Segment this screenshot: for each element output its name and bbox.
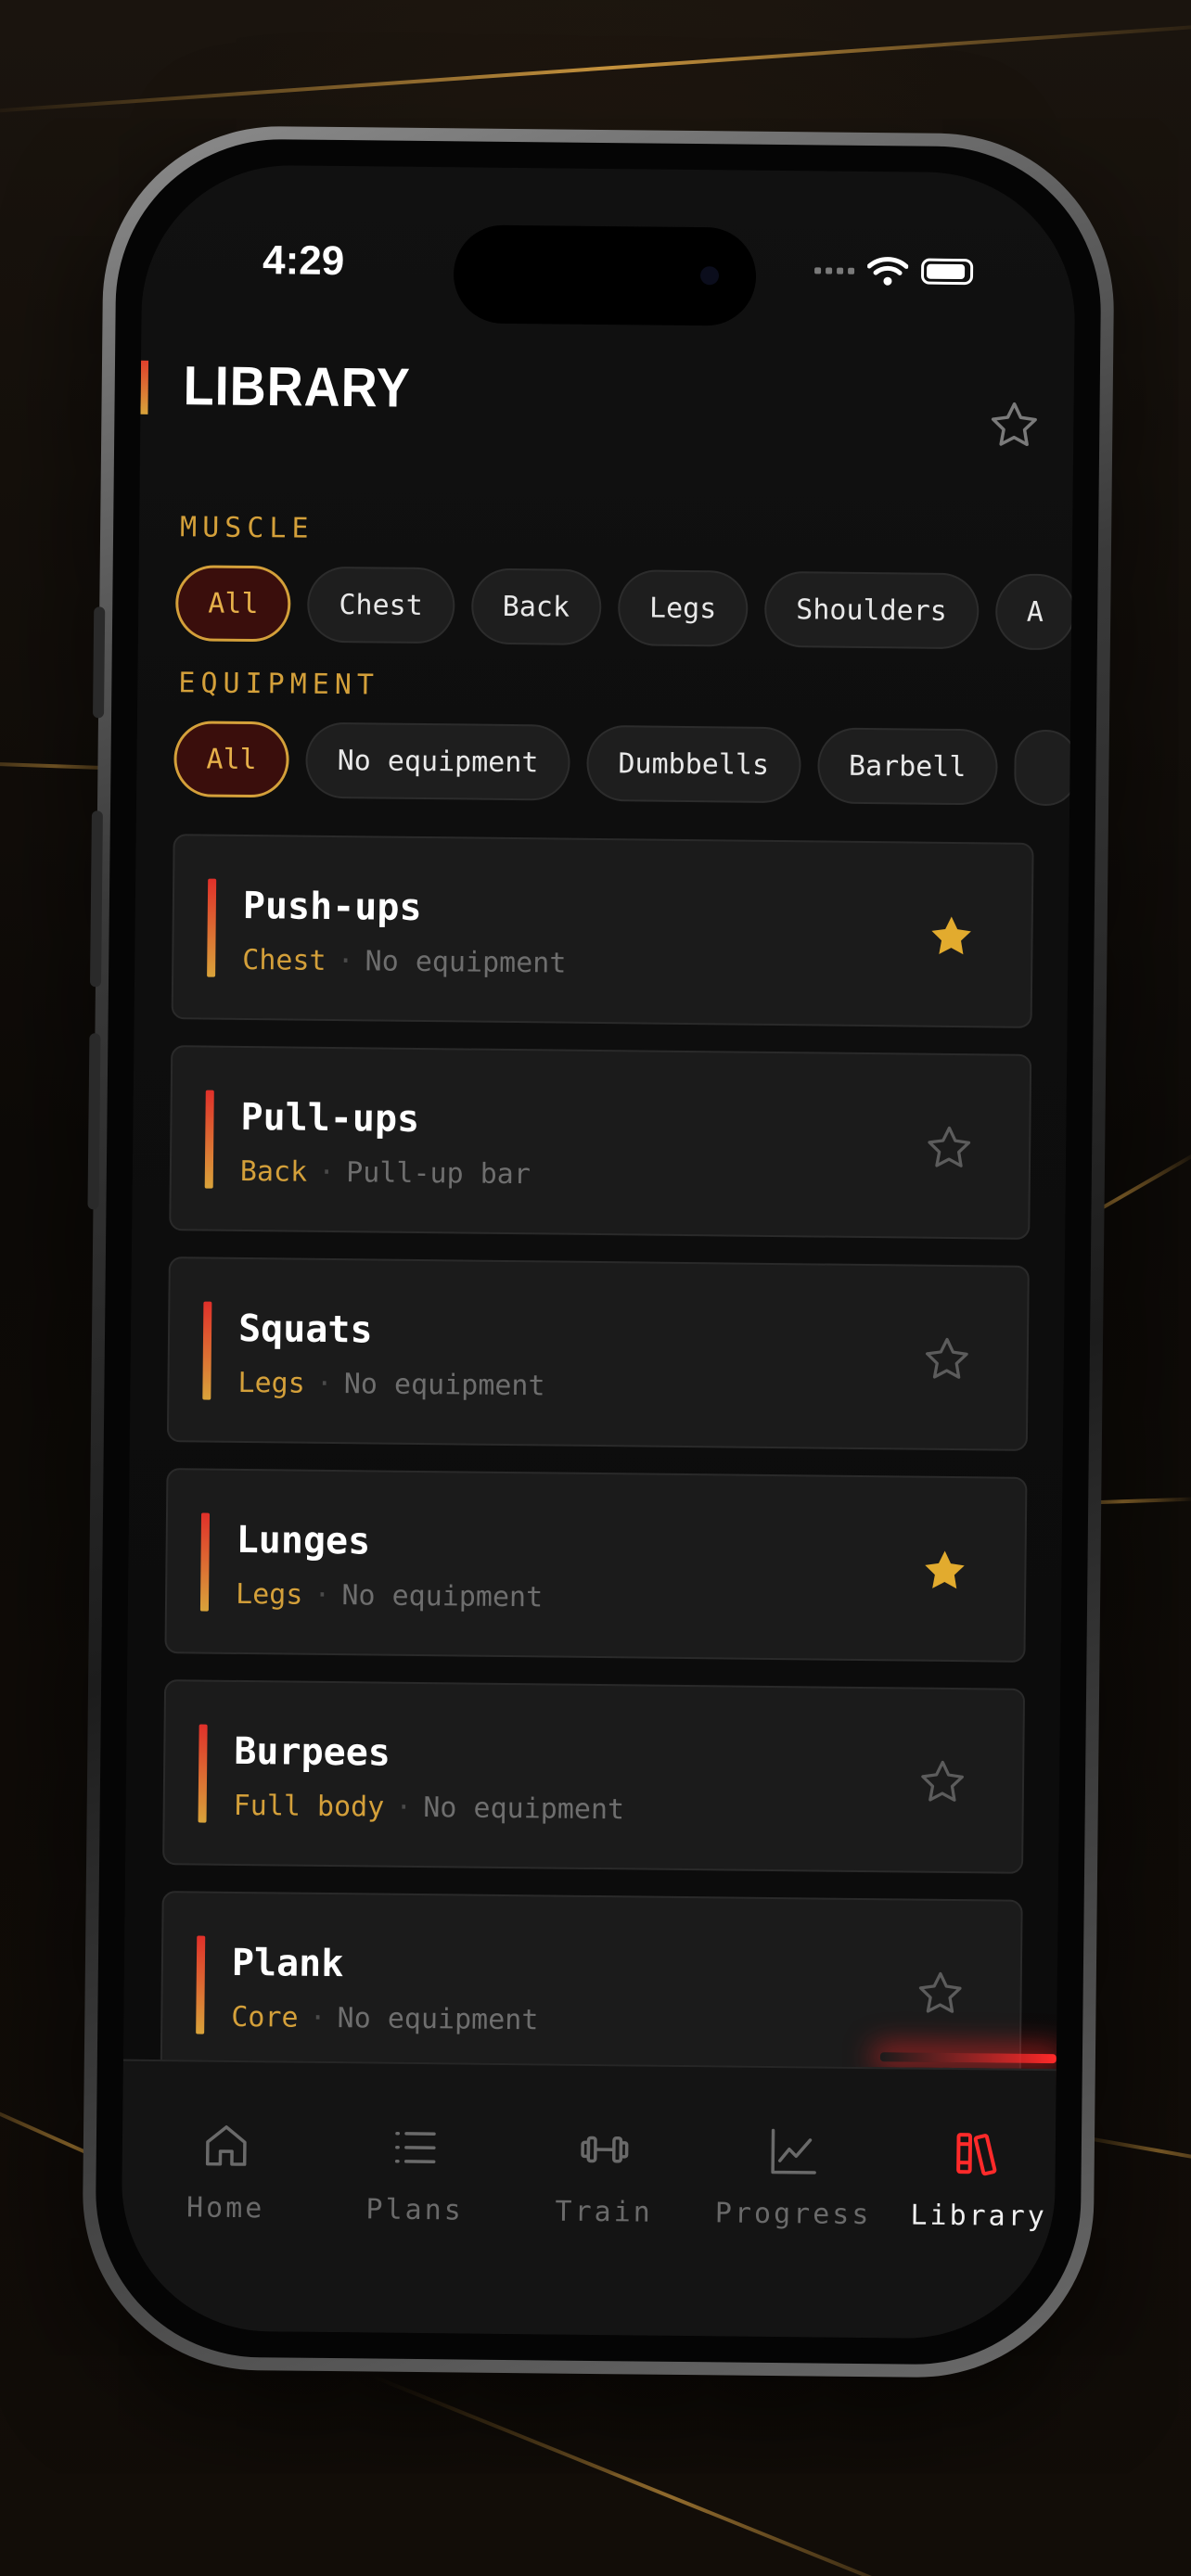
exercise-muscle: Core xyxy=(231,2000,299,2034)
exercise-equipment: No equipment xyxy=(365,945,567,980)
muscle-filter-label: MUSCLE xyxy=(179,511,314,545)
exercise-equipment: Pull-up bar xyxy=(346,1156,531,1192)
active-tab-indicator xyxy=(879,2052,1057,2064)
exercise-meta: Legs · No equipment xyxy=(237,1366,545,1403)
exercise-muscle: Legs xyxy=(237,1366,305,1400)
card-accent-bar xyxy=(196,1935,206,2034)
page-header: LIBRARY xyxy=(140,350,1074,471)
exercise-card[interactable]: Burpees Full body · No equipment xyxy=(162,1679,1026,1874)
list-icon xyxy=(394,2132,436,2163)
exercise-muscle: Legs xyxy=(235,1577,303,1612)
muscle-filter-chips: All Chest Back Legs Shoulders A xyxy=(174,565,1076,651)
muscle-chip-legs[interactable]: Legs xyxy=(617,569,749,647)
exercise-list: Push-ups Chest · No equipment Pull-ups Bac… xyxy=(160,834,1034,2111)
exercise-meta: Back · Pull-up bar xyxy=(239,1154,531,1192)
dumbbell-icon xyxy=(581,2136,629,2163)
exercise-meta: Chest · No equipment xyxy=(242,943,567,980)
status-icons xyxy=(814,254,974,287)
exercise-muscle: Full body xyxy=(233,1789,385,1824)
tab-label: Home xyxy=(186,2191,265,2225)
equipment-chip-no-equipment[interactable]: No equipment xyxy=(305,721,570,801)
tab-train[interactable]: Train xyxy=(511,2121,698,2229)
muscle-chip-shoulders[interactable]: Shoulders xyxy=(763,570,980,650)
bottom-tab-bar: Home Plans Train Progress Library xyxy=(120,2059,1057,2340)
card-accent-bar xyxy=(198,1724,208,1823)
tab-label: Train xyxy=(555,2195,653,2229)
exercise-name: Lunges xyxy=(236,1518,371,1563)
favorite-star-filled-icon[interactable] xyxy=(925,911,978,963)
exercise-meta: Core · No equipment xyxy=(231,2000,539,2037)
tab-home[interactable]: Home xyxy=(133,2117,319,2225)
card-accent-bar xyxy=(202,1301,212,1400)
chart-icon xyxy=(771,2128,816,2174)
equipment-chip-more[interactable] xyxy=(1014,729,1077,807)
exercise-muscle: Chest xyxy=(242,943,327,977)
phone-frame: 4:29 LIBRARY MUSCLE All Chest Back Legs … xyxy=(81,124,1116,2379)
exercise-card[interactable]: Pull-ups Back · Pull-up bar xyxy=(169,1045,1032,1240)
tab-progress[interactable]: Progress xyxy=(700,2123,887,2231)
muscle-chip-all[interactable]: All xyxy=(174,565,291,643)
books-icon xyxy=(956,2133,997,2176)
signal-icon xyxy=(814,266,855,274)
exercise-name: Plank xyxy=(231,1941,344,1986)
card-accent-bar xyxy=(199,1512,211,1612)
tab-library[interactable]: Library xyxy=(886,2124,1072,2233)
favorite-star-outline-icon[interactable] xyxy=(921,1333,974,1386)
exercise-card[interactable]: Lunges Legs · No equipment xyxy=(164,1468,1028,1663)
dynamic-island xyxy=(453,224,757,326)
equipment-filter-label: EQUIPMENT xyxy=(178,667,380,702)
favorite-star-outline-icon[interactable] xyxy=(916,1756,969,1809)
page-title: LIBRARY xyxy=(183,355,412,419)
exercise-equipment: No equipment xyxy=(337,2002,539,2037)
equipment-chip-all[interactable]: All xyxy=(173,721,290,798)
exercise-name: Push-ups xyxy=(242,884,422,929)
favorite-star-filled-icon[interactable] xyxy=(918,1545,971,1598)
card-accent-bar xyxy=(204,1090,214,1189)
favorites-filter-star-icon[interactable] xyxy=(986,397,1043,453)
muscle-chip-back[interactable]: Back xyxy=(470,567,602,645)
battery-icon xyxy=(920,258,974,286)
muscle-chip-more[interactable]: A xyxy=(994,573,1076,651)
favorite-star-outline-icon[interactable] xyxy=(923,1122,976,1175)
exercise-meta: Legs · No equipment xyxy=(235,1577,544,1614)
exercise-muscle: Back xyxy=(239,1154,308,1189)
exercise-equipment: No equipment xyxy=(423,1792,625,1827)
exercise-equipment: No equipment xyxy=(341,1579,544,1614)
card-accent-bar xyxy=(207,878,217,977)
muscle-chip-chest[interactable]: Chest xyxy=(307,566,455,644)
app-screen: 4:29 LIBRARY MUSCLE All Chest Back Legs … xyxy=(120,163,1077,2340)
tab-label: Library xyxy=(910,2199,1048,2234)
equipment-chip-dumbbells[interactable]: Dumbbells xyxy=(586,724,801,804)
exercise-card[interactable]: Push-ups Chest · No equipment xyxy=(171,834,1034,1028)
favorite-star-outline-icon[interactable] xyxy=(914,1968,967,2021)
exercise-name: Burpees xyxy=(234,1729,391,1775)
tab-plans[interactable]: Plans xyxy=(322,2119,508,2227)
equipment-filter-chips: All No equipment Dumbbells Barbell xyxy=(173,721,1077,807)
exercise-name: Pull-ups xyxy=(240,1095,420,1141)
tab-label: Progress xyxy=(714,2197,872,2232)
tab-label: Plans xyxy=(365,2193,465,2227)
title-accent-bar xyxy=(140,360,149,414)
exercise-equipment: No equipment xyxy=(343,1368,545,1403)
status-time: 4:29 xyxy=(262,237,345,285)
exercise-card[interactable]: Squats Legs · No equipment xyxy=(166,1256,1030,1451)
wifi-icon xyxy=(866,257,909,286)
exercise-meta: Full body · No equipment xyxy=(233,1789,625,1827)
exercise-name: Squats xyxy=(237,1307,373,1352)
equipment-chip-barbell[interactable]: Barbell xyxy=(816,727,998,806)
home-icon xyxy=(205,2125,247,2166)
